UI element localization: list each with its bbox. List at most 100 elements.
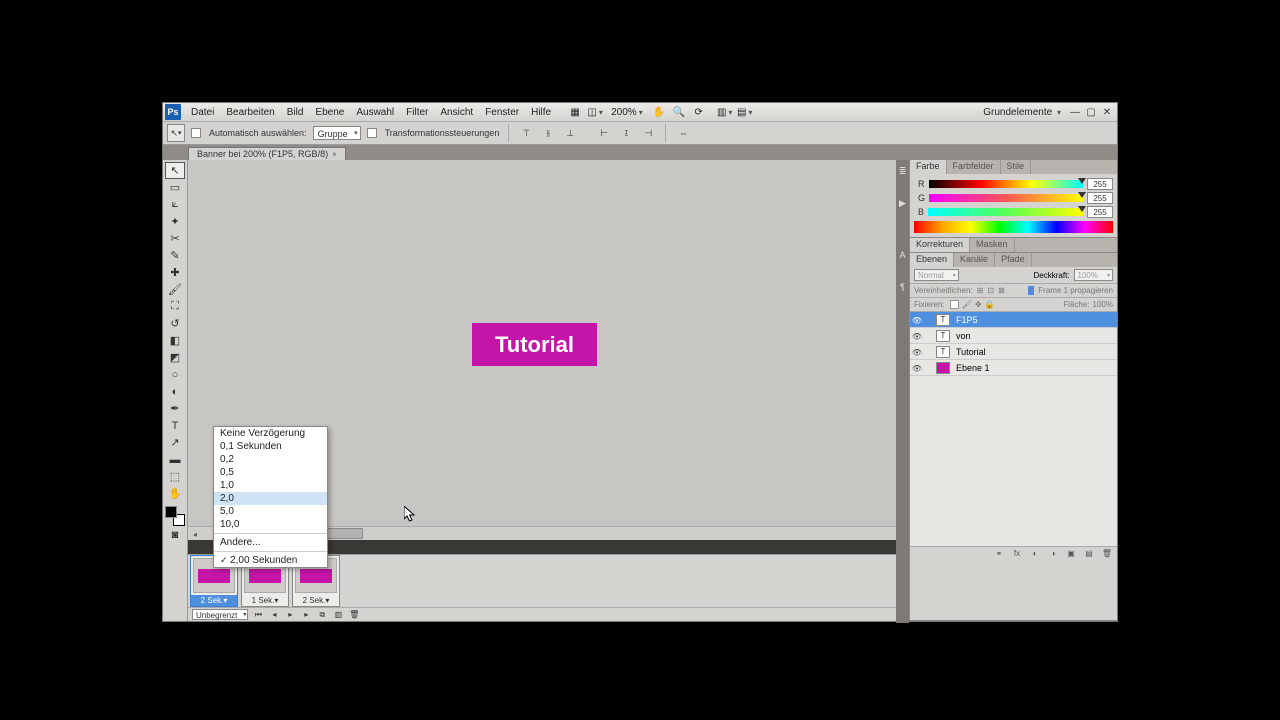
align-vcenter-icon[interactable]: ⫲ bbox=[540, 125, 556, 141]
lock-position-icon[interactable]: ✥ bbox=[975, 300, 982, 309]
close-icon[interactable]: ✕ bbox=[1100, 105, 1114, 119]
delay-option[interactable]: 10,0 bbox=[214, 518, 327, 531]
unify-style-icon[interactable]: ⊠ bbox=[998, 286, 1005, 295]
delay-option-other[interactable]: Andere... bbox=[214, 536, 327, 549]
document-canvas[interactable]: Tutorial bbox=[472, 323, 597, 366]
unify-visibility-icon[interactable]: ⊡ bbox=[987, 286, 994, 295]
channels-tab[interactable]: Kanäle bbox=[954, 253, 995, 267]
r-value[interactable]: 255 bbox=[1087, 178, 1113, 190]
color-tab[interactable]: Farbe bbox=[910, 160, 947, 174]
layer-row[interactable]: Ebene 1 bbox=[910, 360, 1117, 376]
lock-all-icon[interactable]: 🔒 bbox=[985, 300, 995, 309]
delay-option[interactable]: 0,1 Sekunden bbox=[214, 440, 327, 453]
next-frame-icon[interactable]: ▸ bbox=[300, 609, 312, 621]
align-right-icon[interactable]: ⊣ bbox=[640, 125, 656, 141]
layer-row[interactable]: TF1P5 bbox=[910, 312, 1117, 328]
opacity-value[interactable]: 100% bbox=[1074, 269, 1113, 281]
zoom-icon[interactable]: 🔍 bbox=[671, 104, 687, 120]
auto-select-dropdown[interactable]: Gruppe bbox=[313, 126, 361, 140]
tween-icon[interactable]: ⧉ bbox=[316, 609, 328, 621]
menu-fenster[interactable]: Fenster bbox=[479, 107, 525, 118]
zoom-level[interactable]: 200%▾ bbox=[605, 107, 649, 118]
blend-mode-dropdown[interactable]: Normal bbox=[914, 269, 959, 281]
crop-tool[interactable]: ✂ bbox=[165, 230, 185, 247]
transform-controls-checkbox[interactable] bbox=[367, 128, 377, 138]
b-value[interactable]: 255 bbox=[1087, 206, 1113, 218]
adjustment-layer-icon[interactable]: ◑ bbox=[1047, 548, 1059, 560]
menu-filter[interactable]: Filter bbox=[400, 107, 434, 118]
dodge-tool[interactable]: ◐ bbox=[165, 383, 185, 400]
delete-frame-icon[interactable]: 🗑 bbox=[348, 609, 360, 621]
eraser-tool[interactable]: ◧ bbox=[165, 332, 185, 349]
delay-option[interactable]: 0,2 bbox=[214, 453, 327, 466]
b-slider[interactable] bbox=[928, 208, 1083, 216]
history-panel-icon[interactable]: ≣ bbox=[896, 160, 909, 182]
lock-pixels-icon[interactable]: 🖌 bbox=[962, 300, 972, 309]
stamp-tool[interactable]: ⛶ bbox=[165, 298, 185, 315]
distribute-icon[interactable]: ⇔ bbox=[675, 125, 691, 141]
shape-tool[interactable]: ▬ bbox=[165, 451, 185, 468]
auto-select-checkbox[interactable] bbox=[191, 128, 201, 138]
group-icon[interactable]: ▣ bbox=[1065, 548, 1077, 560]
fill-value[interactable]: 100% bbox=[1093, 300, 1113, 309]
quickmask-tool[interactable]: ◙ bbox=[165, 526, 185, 543]
first-frame-icon[interactable]: ⏮ bbox=[252, 609, 264, 621]
menu-auswahl[interactable]: Auswahl bbox=[350, 107, 400, 118]
document-tab[interactable]: Banner bei 200% (F1P5, RGB/8) × bbox=[188, 147, 346, 160]
delay-option[interactable]: 1,0 bbox=[214, 479, 327, 492]
delay-option[interactable]: 5,0 bbox=[214, 505, 327, 518]
history-brush-tool[interactable]: ↺ bbox=[165, 315, 185, 332]
screen-mode-icon[interactable]: ▥▾ bbox=[717, 104, 733, 120]
adjustments-tab[interactable]: Korrekturen bbox=[910, 238, 970, 252]
rotate-icon[interactable]: ⟳ bbox=[691, 104, 707, 120]
delay-option[interactable]: Keine Verzögerung bbox=[214, 427, 327, 440]
healing-tool[interactable]: ✚ bbox=[165, 264, 185, 281]
frame-delay-menu[interactable]: Keine Verzögerung0,1 Sekunden0,20,51,0 2,… bbox=[213, 426, 328, 568]
masks-tab[interactable]: Masken bbox=[970, 238, 1015, 252]
workspace-selector[interactable]: Grundelemente ▾ bbox=[977, 107, 1067, 118]
g-slider[interactable] bbox=[929, 194, 1083, 202]
layer-style-icon[interactable]: fx bbox=[1011, 548, 1023, 560]
loop-dropdown[interactable]: Unbegrenzt bbox=[192, 609, 248, 620]
arrange-icon[interactable]: ◫▾ bbox=[587, 104, 603, 120]
menu-ebene[interactable]: Ebene bbox=[309, 107, 350, 118]
paths-tab[interactable]: Pfade bbox=[995, 253, 1032, 267]
delete-layer-icon[interactable]: 🗑 bbox=[1101, 548, 1113, 560]
panel-layout-icon[interactable]: ▤▾ bbox=[737, 104, 753, 120]
g-value[interactable]: 255 bbox=[1087, 192, 1113, 204]
menu-hilfe[interactable]: Hilfe bbox=[525, 107, 557, 118]
delay-current[interactable]: 2,00 Sekunden bbox=[214, 554, 327, 567]
brush-tool[interactable]: 🖌 bbox=[165, 281, 185, 298]
lock-transparency-icon[interactable] bbox=[950, 300, 959, 309]
align-bottom-icon[interactable]: ⊥ bbox=[562, 125, 578, 141]
layer-row[interactable]: Tvon bbox=[910, 328, 1117, 344]
minimize-icon[interactable]: — bbox=[1068, 105, 1082, 119]
move-tool-icon[interactable]: ↖▾ bbox=[167, 124, 185, 142]
menu-ansicht[interactable]: Ansicht bbox=[434, 107, 479, 118]
blur-tool[interactable]: ○ bbox=[165, 366, 185, 383]
align-hcenter-icon[interactable]: ⫱ bbox=[618, 125, 634, 141]
scroll-left-icon[interactable]: ◂ bbox=[188, 527, 202, 541]
wand-tool[interactable]: ✦ bbox=[165, 213, 185, 230]
maximize-icon[interactable]: ▢ bbox=[1084, 105, 1098, 119]
play-icon[interactable]: ▸ bbox=[284, 609, 296, 621]
menu-bearbeiten[interactable]: Bearbeiten bbox=[220, 107, 280, 118]
pen-tool[interactable]: ✒ bbox=[165, 400, 185, 417]
hand-tool[interactable]: ✋ bbox=[165, 485, 185, 502]
styles-tab[interactable]: Stile bbox=[1001, 160, 1032, 174]
layers-tab[interactable]: Ebenen bbox=[910, 253, 954, 267]
propagate-checkbox[interactable]: ✓ bbox=[1028, 286, 1035, 295]
actions-panel-icon[interactable]: ▶ bbox=[896, 192, 909, 214]
type-tool[interactable]: T bbox=[165, 417, 185, 434]
new-frame-icon[interactable]: ▥ bbox=[332, 609, 344, 621]
r-slider[interactable] bbox=[929, 180, 1084, 188]
menu-datei[interactable]: Datei bbox=[185, 107, 220, 118]
delay-option[interactable]: 0,5 bbox=[214, 466, 327, 479]
unify-position-icon[interactable]: ⊞ bbox=[977, 286, 984, 295]
character-panel-icon[interactable]: A bbox=[896, 244, 909, 266]
menu-bild[interactable]: Bild bbox=[281, 107, 310, 118]
paragraph-panel-icon[interactable]: ¶ bbox=[896, 276, 909, 298]
new-layer-icon[interactable]: ▤ bbox=[1083, 548, 1095, 560]
bridge-icon[interactable]: ▦ bbox=[567, 104, 583, 120]
align-left-icon[interactable]: ⊢ bbox=[596, 125, 612, 141]
